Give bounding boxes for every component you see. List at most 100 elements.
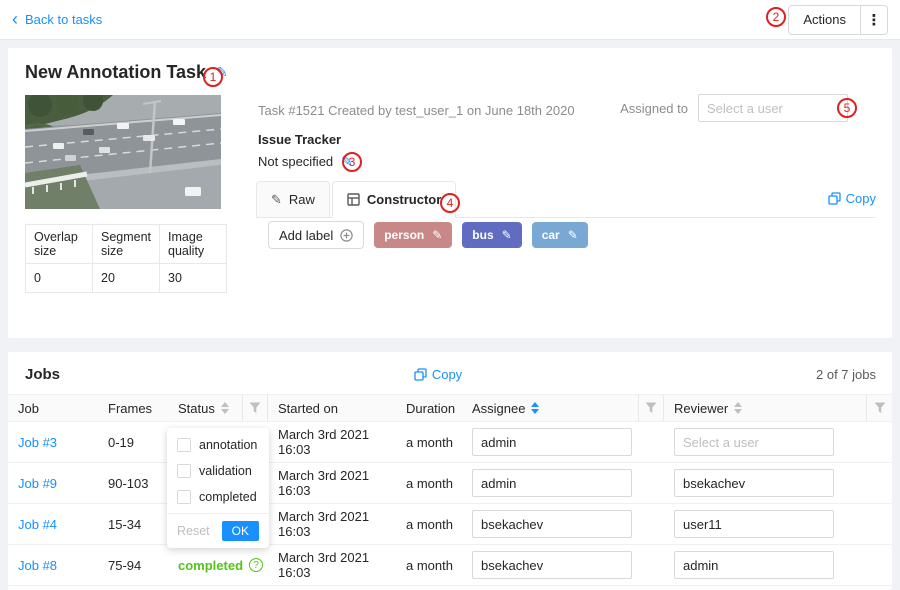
jobs-table-header: Job Frames Status Started on Duration bbox=[8, 394, 892, 422]
started-cell: March 3rd 2021 16:03 bbox=[268, 550, 396, 580]
sort-carets-assignee[interactable] bbox=[531, 402, 539, 414]
column-header-assignee[interactable]: Assignee bbox=[462, 395, 664, 421]
filter-funnel-icon bbox=[249, 402, 261, 414]
param-value-quality: 30 bbox=[160, 264, 227, 293]
status-completed-label: completed bbox=[178, 558, 243, 573]
param-value-overlap: 0 bbox=[26, 264, 93, 293]
column-header-duration: Duration bbox=[396, 395, 462, 421]
issue-tracker-value: Not specified bbox=[258, 154, 333, 169]
tab-constructor[interactable]: Constructor bbox=[332, 181, 456, 217]
frames-cell: 75-94 bbox=[98, 558, 168, 573]
label-chip-person[interactable]: person ✎ bbox=[374, 222, 452, 248]
status-help-icon[interactable]: ? bbox=[249, 558, 263, 572]
plus-circle-icon bbox=[340, 229, 353, 242]
labels-constructor-row: Add label person ✎ bus ✎ car ✎ bbox=[268, 221, 588, 249]
back-to-tasks-link[interactable]: ‹ Back to tasks bbox=[12, 12, 102, 28]
status-cell: completed ? bbox=[168, 558, 268, 573]
assigned-to-label: Assigned to bbox=[620, 101, 688, 116]
table-row: Job #3 0-19 March 3rd 2021 16:03 a month bbox=[8, 422, 892, 463]
label-chip-car[interactable]: car ✎ bbox=[532, 222, 588, 248]
jobs-card: Jobs Copy 2 of 7 jobs Job Frames Status bbox=[8, 352, 892, 590]
checkbox-completed[interactable] bbox=[177, 490, 191, 504]
jobs-count: 2 of 7 jobs bbox=[816, 367, 876, 382]
sort-carets-reviewer[interactable] bbox=[734, 402, 742, 414]
duration-cell: a month bbox=[396, 435, 462, 450]
job-link[interactable]: Job #9 bbox=[18, 476, 57, 491]
label-chip-bus-name: bus bbox=[472, 228, 493, 242]
job-link[interactable]: Job #8 bbox=[18, 558, 57, 573]
add-label-button[interactable]: Add label bbox=[268, 221, 364, 249]
labels-tabs-bar: ✎ Raw Constructor Copy bbox=[256, 180, 876, 218]
more-menu-icon[interactable]: ⋮ bbox=[861, 6, 887, 34]
copy-icon bbox=[828, 192, 841, 205]
task-assignee-input[interactable] bbox=[698, 94, 848, 122]
copy-icon bbox=[414, 368, 427, 381]
label-chip-car-name: car bbox=[542, 228, 560, 242]
filter-funnel-icon bbox=[874, 402, 886, 414]
duration-cell: a month bbox=[396, 476, 462, 491]
job-link[interactable]: Job #4 bbox=[18, 517, 57, 532]
top-bar: ‹ Back to tasks Actions ⋮ bbox=[0, 0, 900, 40]
jobs-header: Jobs Copy 2 of 7 jobs bbox=[25, 366, 876, 383]
edit-issue-tracker-icon[interactable]: ✎ bbox=[341, 153, 353, 170]
filter-option-completed[interactable]: completed bbox=[167, 484, 269, 510]
checkbox-validation[interactable] bbox=[177, 464, 191, 478]
column-header-reviewer[interactable]: Reviewer bbox=[664, 395, 892, 421]
edit-label-person-icon[interactable]: ✎ bbox=[432, 228, 442, 242]
duration-cell: a month bbox=[396, 558, 462, 573]
duration-cell: a month bbox=[396, 517, 462, 532]
job-link[interactable]: Job #3 bbox=[18, 435, 57, 450]
raw-tab-icon: ✎ bbox=[271, 192, 282, 208]
sort-carets-status[interactable] bbox=[221, 402, 229, 414]
column-header-job: Job bbox=[8, 395, 98, 421]
param-header-segment: Segment size bbox=[93, 225, 160, 264]
copy-jobs-link[interactable]: Copy bbox=[414, 367, 462, 382]
edit-label-bus-icon[interactable]: ✎ bbox=[502, 228, 512, 242]
constructor-icon bbox=[347, 193, 360, 206]
assignee-input[interactable] bbox=[472, 469, 632, 497]
column-header-frames: Frames bbox=[98, 395, 168, 421]
label-chip-bus[interactable]: bus ✎ bbox=[462, 222, 521, 248]
issue-tracker-row: Not specified ✎ bbox=[258, 153, 353, 170]
reviewer-input[interactable] bbox=[674, 469, 834, 497]
reviewer-input[interactable] bbox=[674, 551, 834, 579]
actions-button-group: Actions ⋮ bbox=[788, 5, 888, 35]
param-value-segment: 20 bbox=[93, 264, 160, 293]
filter-option-annotation[interactable]: annotation bbox=[167, 432, 269, 458]
filter-ok-button[interactable]: OK bbox=[222, 521, 259, 541]
checkbox-annotation[interactable] bbox=[177, 438, 191, 452]
assignee-input[interactable] bbox=[472, 428, 632, 456]
copy-labels-link[interactable]: Copy bbox=[828, 191, 876, 206]
assignee-filter-button[interactable] bbox=[638, 395, 664, 421]
task-meta: Task #1521 Created by test_user_1 on Jun… bbox=[258, 103, 575, 118]
edit-title-icon[interactable]: ✎ bbox=[216, 64, 228, 81]
assignee-input[interactable] bbox=[472, 551, 632, 579]
actions-button[interactable]: Actions bbox=[789, 6, 860, 34]
filter-reset-button[interactable]: Reset bbox=[177, 524, 210, 538]
jobs-title: Jobs bbox=[25, 366, 60, 383]
column-header-status[interactable]: Status bbox=[168, 395, 268, 421]
jobs-table: Job Frames Status Started on Duration bbox=[8, 394, 892, 586]
status-filter-dropdown: annotation validation completed Reset OK bbox=[167, 428, 269, 548]
task-thumbnail bbox=[25, 95, 221, 209]
filter-option-validation[interactable]: validation bbox=[167, 458, 269, 484]
param-header-overlap: Overlap size bbox=[26, 225, 93, 264]
assignee-input[interactable] bbox=[472, 510, 632, 538]
reviewer-filter-button[interactable] bbox=[866, 395, 892, 421]
back-to-tasks-label: Back to tasks bbox=[25, 12, 102, 27]
tab-raw[interactable]: ✎ Raw bbox=[256, 181, 330, 217]
frames-cell: 90-103 bbox=[98, 476, 168, 491]
reviewer-input[interactable] bbox=[674, 428, 834, 456]
tab-constructor-label: Constructor bbox=[367, 192, 441, 207]
status-filter-button[interactable] bbox=[242, 395, 268, 421]
filter-funnel-icon bbox=[645, 402, 657, 414]
reviewer-input[interactable] bbox=[674, 510, 834, 538]
task-title-row: New Annotation Task ✎ bbox=[25, 62, 228, 83]
edit-label-car-icon[interactable]: ✎ bbox=[568, 228, 578, 242]
column-header-started: Started on bbox=[268, 395, 396, 421]
label-chip-person-name: person bbox=[384, 228, 424, 242]
chevron-left-icon: ‹ bbox=[12, 10, 18, 28]
task-title: New Annotation Task bbox=[25, 62, 206, 83]
param-header-quality: Image quality bbox=[160, 225, 227, 264]
copy-labels-label: Copy bbox=[846, 191, 876, 206]
